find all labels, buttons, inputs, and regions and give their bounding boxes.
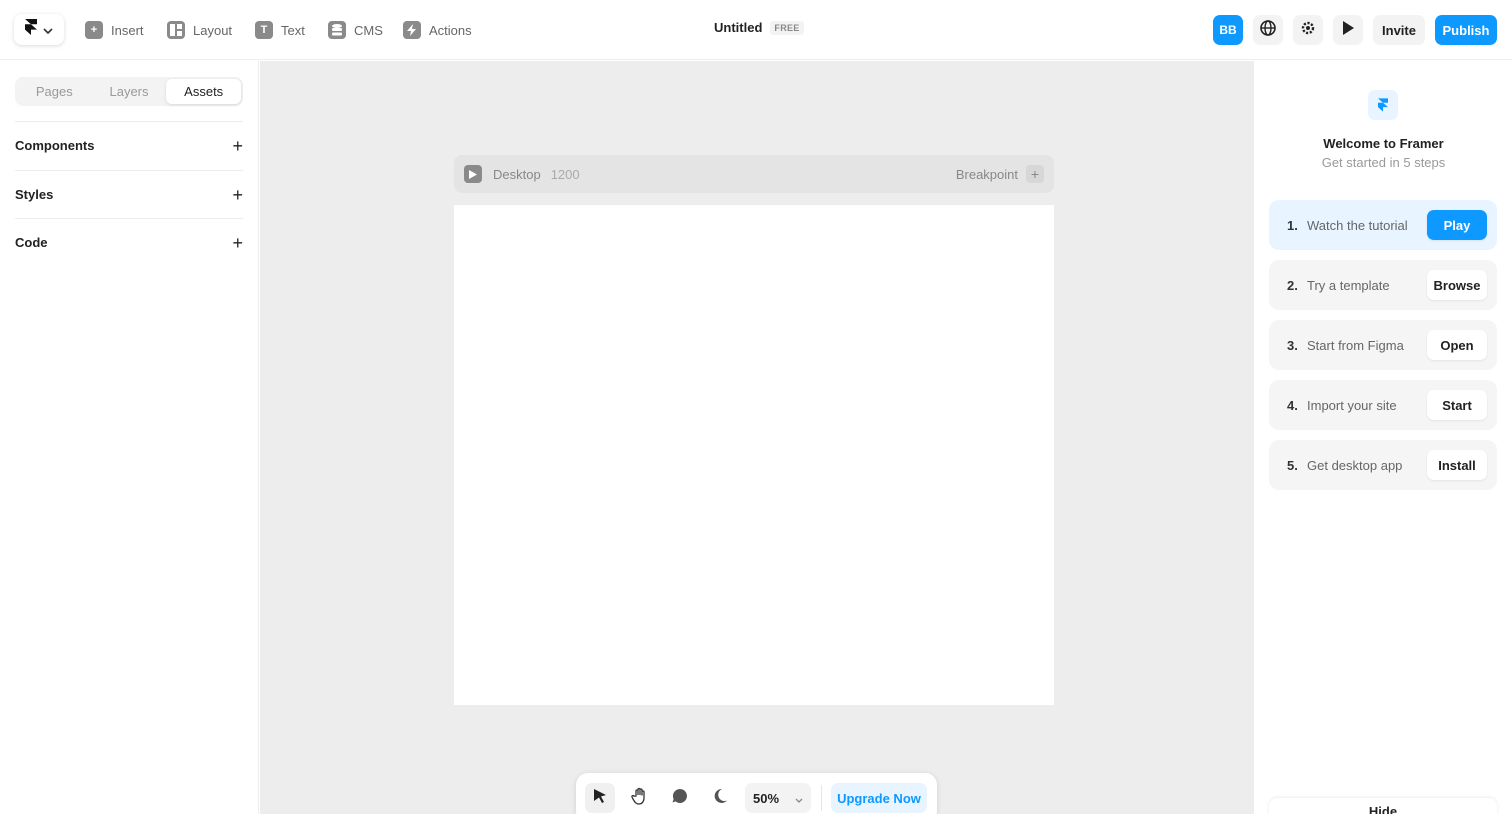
hide-button[interactable]: Hide: [1269, 798, 1497, 814]
install-app-button[interactable]: Install: [1427, 450, 1487, 480]
frame-preview-button[interactable]: [464, 165, 482, 183]
framer-logo-icon: [1368, 90, 1398, 120]
frame-name: Desktop: [493, 166, 541, 182]
project-title: Untitled: [714, 20, 763, 35]
step-number: 1.: [1287, 217, 1298, 233]
step-try-template: 2. Try a template Browse: [1269, 260, 1497, 310]
left-panel: Pages Layers Assets Components + Styles …: [0, 61, 259, 814]
cms-label: CMS: [354, 22, 383, 38]
tab-assets[interactable]: Assets: [166, 79, 242, 104]
zoom-value: 50%: [753, 790, 780, 806]
theme-toggle[interactable]: [705, 783, 735, 813]
code-section[interactable]: Code +: [15, 218, 243, 266]
hand-icon: [631, 787, 649, 810]
settings-button[interactable]: [1293, 15, 1323, 45]
step-text: Watch the tutorial: [1307, 217, 1408, 233]
step-number: 4.: [1287, 397, 1298, 413]
step-import-site: 4. Import your site Start: [1269, 380, 1497, 430]
top-toolbar: + Insert Layout T Text CMS Actions Untit…: [0, 0, 1512, 60]
cursor-icon: [592, 788, 608, 809]
step-number: 2.: [1287, 277, 1298, 293]
welcome-title: Welcome to Framer: [1323, 136, 1444, 151]
layout-tool[interactable]: Layout: [167, 19, 232, 41]
plus-square-icon: +: [85, 21, 103, 39]
frame-width: 1200: [550, 166, 580, 182]
step-number: 3.: [1287, 337, 1298, 353]
right-panel: Welcome to Framer Get started in 5 steps…: [1253, 61, 1512, 814]
invite-button[interactable]: Invite: [1373, 15, 1425, 45]
comment-icon: [671, 787, 689, 810]
step-desktop-app: 5. Get desktop app Install: [1269, 440, 1497, 490]
add-breakpoint-button[interactable]: +: [1026, 165, 1044, 183]
hand-tool[interactable]: [625, 783, 655, 813]
select-tool[interactable]: [585, 783, 615, 813]
insert-label: Insert: [111, 22, 144, 38]
open-figma-button[interactable]: Open: [1427, 330, 1487, 360]
gear-icon: [1300, 20, 1316, 41]
project-title-area[interactable]: Untitled FREE: [714, 20, 804, 35]
cms-tool[interactable]: CMS: [328, 19, 383, 41]
welcome-subtitle: Get started in 5 steps: [1321, 155, 1446, 170]
user-avatar[interactable]: BB: [1213, 15, 1243, 45]
code-label: Code: [15, 235, 48, 250]
comment-tool[interactable]: [665, 783, 695, 813]
step-text: Try a template: [1307, 277, 1390, 293]
step-text: Get desktop app: [1307, 457, 1403, 473]
canvas[interactable]: Desktop 1200 Breakpoint + 50% Upgrade No…: [260, 61, 1253, 814]
plan-badge: FREE: [770, 20, 804, 35]
step-start-figma: 3. Start from Figma Open: [1269, 320, 1497, 370]
bottom-toolbar: 50% Upgrade Now: [576, 773, 937, 814]
layout-icon: [167, 21, 185, 39]
add-component-button[interactable]: +: [232, 137, 243, 155]
add-code-button[interactable]: +: [232, 234, 243, 252]
browse-templates-button[interactable]: Browse: [1427, 270, 1487, 300]
database-icon: [328, 21, 346, 39]
play-tutorial-button[interactable]: Play: [1427, 210, 1487, 240]
styles-section[interactable]: Styles +: [15, 170, 243, 218]
start-import-button[interactable]: Start: [1427, 390, 1487, 420]
chevron-down-icon: [795, 791, 803, 806]
toolbar-divider: [821, 785, 822, 811]
step-number: 5.: [1287, 457, 1298, 473]
step-text: Start from Figma: [1307, 337, 1404, 353]
breakpoint-label[interactable]: Breakpoint: [956, 167, 1018, 182]
actions-tool[interactable]: Actions: [403, 19, 472, 41]
preview-button[interactable]: [1333, 15, 1363, 45]
frame-header[interactable]: Desktop 1200 Breakpoint +: [454, 155, 1054, 193]
components-section[interactable]: Components +: [15, 121, 243, 169]
step-watch-tutorial: 1. Watch the tutorial Play: [1269, 200, 1497, 250]
text-icon: T: [255, 21, 273, 39]
lightning-icon: [403, 21, 421, 39]
desktop-frame[interactable]: [454, 205, 1054, 705]
play-icon: [1342, 20, 1354, 40]
text-tool[interactable]: T Text: [255, 19, 305, 41]
framer-menu-button[interactable]: [14, 14, 64, 45]
layout-label: Layout: [193, 22, 233, 38]
insert-tool[interactable]: + Insert: [85, 19, 144, 41]
moon-icon: [711, 787, 729, 810]
step-text: Import your site: [1307, 397, 1397, 413]
actions-label: Actions: [429, 22, 472, 38]
zoom-selector[interactable]: 50%: [745, 783, 811, 813]
styles-label: Styles: [15, 187, 54, 202]
text-label: Text: [281, 22, 305, 38]
globe-icon: [1260, 19, 1276, 41]
add-style-button[interactable]: +: [232, 186, 243, 204]
components-label: Components: [15, 138, 95, 153]
upgrade-button[interactable]: Upgrade Now: [831, 783, 927, 813]
chevron-down-icon: [43, 21, 53, 39]
site-settings-button[interactable]: [1253, 15, 1283, 45]
publish-button[interactable]: Publish: [1435, 15, 1497, 45]
panel-tabs: Pages Layers Assets: [15, 77, 243, 106]
tab-layers[interactable]: Layers: [92, 79, 167, 104]
tab-pages[interactable]: Pages: [17, 79, 92, 104]
framer-logo-icon: [25, 19, 37, 40]
